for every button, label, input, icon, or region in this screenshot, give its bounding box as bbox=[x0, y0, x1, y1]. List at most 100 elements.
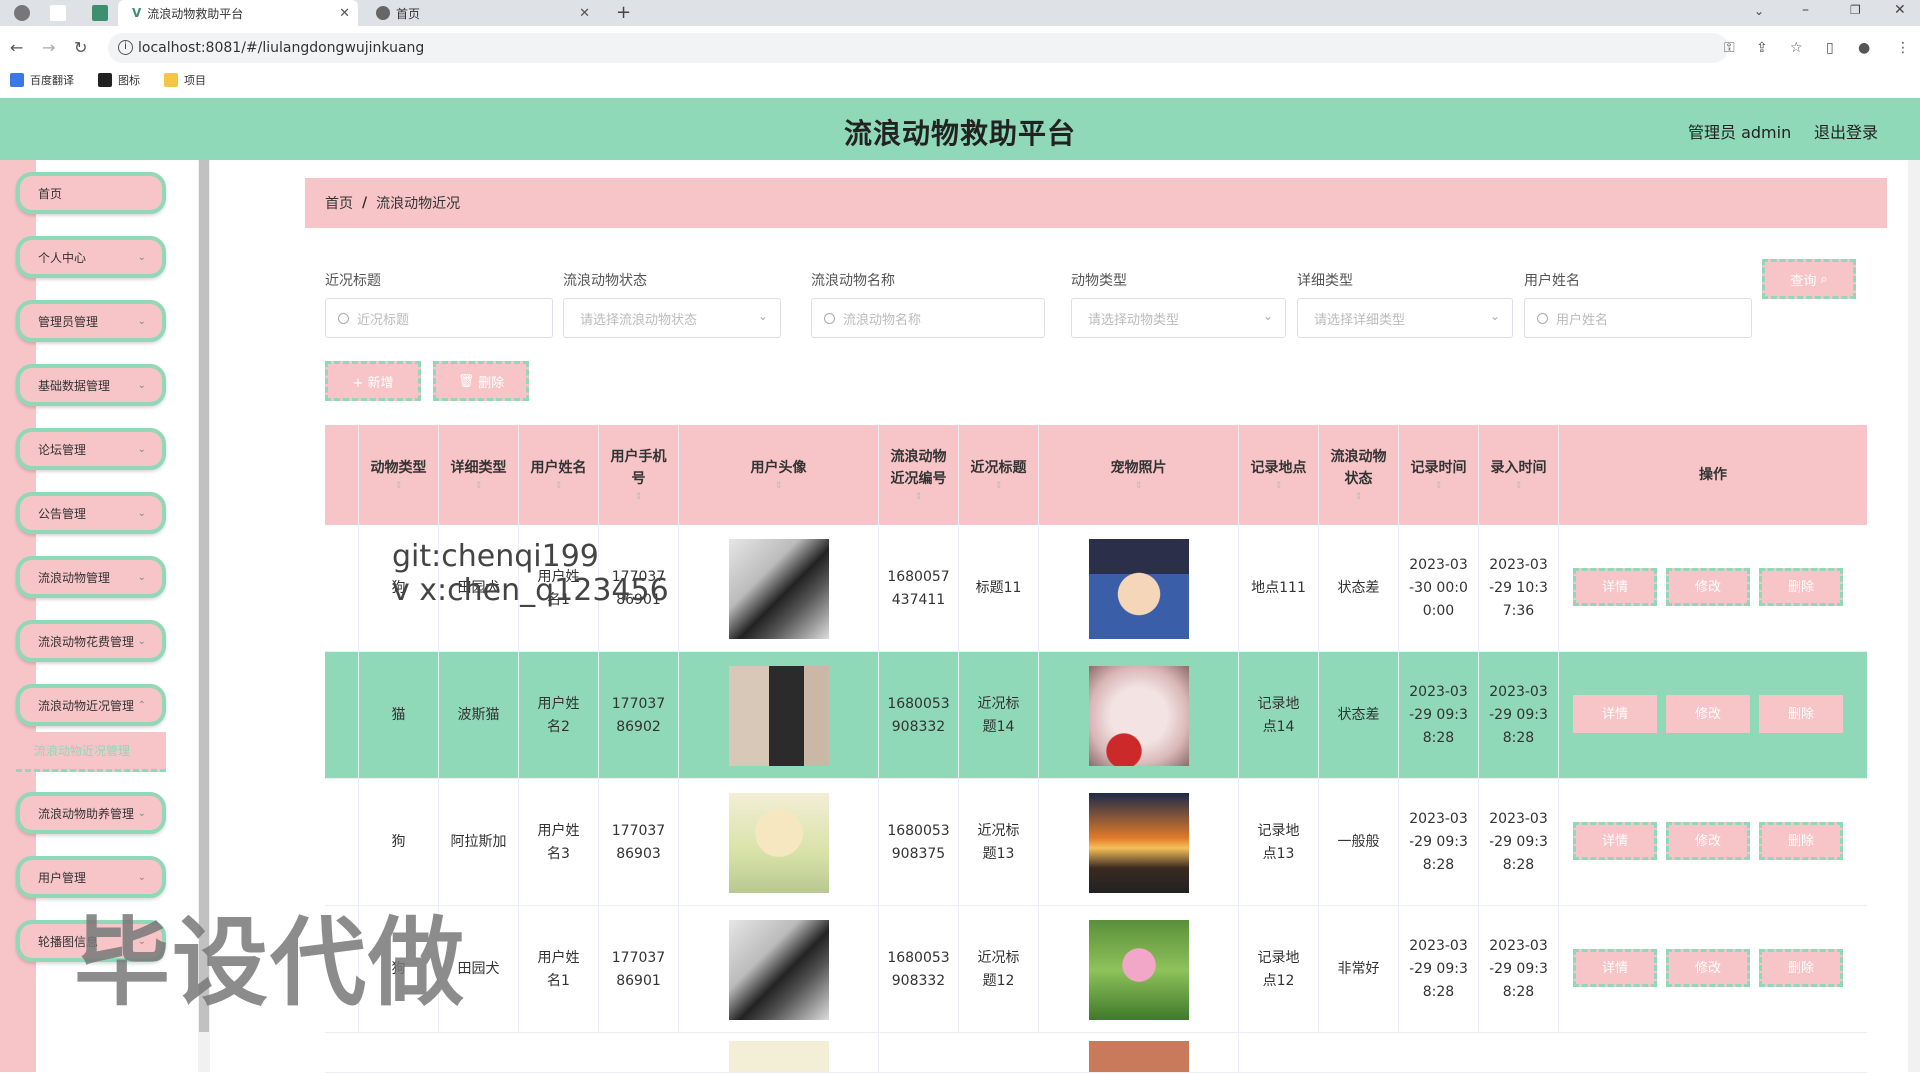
avatar-image[interactable] bbox=[728, 919, 829, 1020]
type-select[interactable]: 请选择动物类型 ⌄ bbox=[1071, 298, 1286, 338]
back-icon[interactable]: ← bbox=[10, 38, 23, 57]
close-icon[interactable]: ✕ bbox=[579, 6, 590, 21]
reload-icon[interactable]: ↻ bbox=[74, 38, 87, 57]
window-close-icon[interactable]: ✕ bbox=[1894, 2, 1906, 18]
url-input[interactable]: i localhost:8081/#/liulangdongwujinkuang bbox=[108, 33, 1728, 63]
sort-icon[interactable]: ⇕ bbox=[775, 479, 783, 493]
cell-select[interactable] bbox=[325, 525, 359, 652]
row-delete-button[interactable]: 删除 bbox=[1759, 695, 1843, 733]
column-header-user-name[interactable]: 用户姓名 ⇕ bbox=[519, 425, 599, 525]
table-row[interactable]: 狗 田园犬 用户姓名1 17703786901 1680053908332 近况… bbox=[325, 906, 1867, 1033]
sort-icon[interactable]: ⇕ bbox=[555, 479, 563, 493]
delete-button[interactable]: 🗑 删除 bbox=[433, 361, 529, 401]
bookmark-project[interactable]: 项目 bbox=[164, 72, 206, 88]
column-header-animal-type[interactable]: 动物类型 ⇕ bbox=[359, 425, 439, 525]
tab-platform[interactable]: V 流浪动物救助平台 ✕ bbox=[118, 0, 358, 26]
sort-icon[interactable]: ⇕ bbox=[1355, 490, 1363, 504]
column-header-place[interactable]: 记录地点 ⇕ bbox=[1239, 425, 1319, 525]
title-search-input[interactable]: 近况标题 bbox=[325, 298, 553, 338]
globe-icon[interactable] bbox=[14, 5, 30, 21]
pet-photo[interactable] bbox=[1088, 1041, 1189, 1072]
menu-icon[interactable]: ⋮ bbox=[1896, 40, 1910, 56]
sidebar-item-status[interactable]: 流浪动物近况管理 ⌃ bbox=[16, 684, 166, 726]
detail-button[interactable]: 详情 bbox=[1573, 695, 1657, 733]
sidebar-item-home[interactable]: 首页 bbox=[16, 172, 166, 214]
add-button[interactable]: + 新增 bbox=[325, 361, 421, 401]
sidebar-item-animal[interactable]: 流浪动物管理 ⌄ bbox=[16, 556, 166, 598]
vue-icon[interactable] bbox=[92, 5, 108, 21]
sort-icon[interactable]: ⇕ bbox=[1135, 479, 1143, 493]
sort-icon[interactable]: ⇕ bbox=[1435, 479, 1443, 493]
bookmark-translate[interactable]: 百度翻译 bbox=[10, 72, 74, 88]
page-scrollbar[interactable] bbox=[1908, 160, 1920, 1072]
row-delete-button[interactable]: 删除 bbox=[1759, 822, 1843, 860]
avatar-image[interactable] bbox=[728, 665, 829, 766]
bookmark-icons[interactable]: 图标 bbox=[98, 72, 140, 88]
profile-icon[interactable]: ● bbox=[1858, 40, 1870, 56]
maximize-icon[interactable]: ❐ bbox=[1850, 3, 1861, 17]
table-row[interactable]: 狗 阿拉斯加 用户姓名3 17703786903 1680053908375 近… bbox=[325, 779, 1867, 906]
tab-home[interactable]: 首页 ✕ bbox=[370, 0, 598, 26]
column-header-avatar[interactable]: 用户头像 ⇕ bbox=[679, 425, 879, 525]
row-delete-button[interactable]: 删除 bbox=[1759, 949, 1843, 987]
sidebar-item-basedata[interactable]: 基础数据管理 ⌄ bbox=[16, 364, 166, 406]
new-tab-button[interactable]: + bbox=[616, 2, 631, 23]
query-button[interactable]: 查询 ⌕ bbox=[1762, 259, 1856, 299]
share-icon[interactable]: ⇪ bbox=[1756, 40, 1768, 56]
sort-icon[interactable]: ⇕ bbox=[1515, 479, 1523, 493]
sort-icon[interactable]: ⇕ bbox=[995, 479, 1003, 493]
cell-select[interactable] bbox=[325, 652, 359, 779]
breadcrumb-home[interactable]: 首页 bbox=[325, 193, 353, 213]
edit-button[interactable]: 修改 bbox=[1666, 695, 1750, 733]
tab-icon[interactable] bbox=[50, 5, 66, 21]
sidepanel-icon[interactable]: ▯ bbox=[1826, 40, 1834, 56]
detail-button[interactable]: 详情 bbox=[1573, 949, 1657, 987]
table-row[interactable] bbox=[325, 1033, 1867, 1073]
star-icon[interactable]: ☆ bbox=[1790, 40, 1803, 56]
sidebar-item-personal[interactable]: 个人中心 ⌄ bbox=[16, 236, 166, 278]
column-header-entry-time[interactable]: 录入时间 ⇕ bbox=[1479, 425, 1559, 525]
sort-icon[interactable]: ⇕ bbox=[395, 479, 403, 493]
minimize-icon[interactable]: – bbox=[1802, 2, 1809, 18]
column-header-phone[interactable]: 用户手机号 ⇕ bbox=[599, 425, 679, 525]
column-header-record-time[interactable]: 记录时间 ⇕ bbox=[1399, 425, 1479, 525]
info-icon[interactable]: i bbox=[118, 40, 133, 55]
column-header-title[interactable]: 近况标题 ⇕ bbox=[959, 425, 1039, 525]
detail-button[interactable]: 详情 bbox=[1573, 822, 1657, 860]
edit-button[interactable]: 修改 bbox=[1666, 822, 1750, 860]
key-icon[interactable]: ⚿ bbox=[1724, 40, 1735, 56]
sort-icon[interactable]: ⇕ bbox=[915, 490, 923, 504]
edit-button[interactable]: 修改 bbox=[1666, 568, 1750, 606]
sidebar-item-cost[interactable]: 流浪动物花费管理 ⌄ bbox=[16, 620, 166, 662]
pet-photo[interactable] bbox=[1088, 665, 1189, 766]
avatar-image[interactable] bbox=[728, 1041, 829, 1072]
sort-icon[interactable]: ⇕ bbox=[635, 490, 643, 504]
detail-select[interactable]: 请选择详细类型 ⌄ bbox=[1297, 298, 1513, 338]
pet-photo[interactable] bbox=[1088, 538, 1189, 639]
user-search-input[interactable]: 用户姓名 bbox=[1524, 298, 1752, 338]
sidebar-item-forum[interactable]: 论坛管理 ⌄ bbox=[16, 428, 166, 470]
detail-button[interactable]: 详情 bbox=[1573, 568, 1657, 606]
sort-icon[interactable]: ⇕ bbox=[475, 479, 483, 493]
sidebar-item-notice[interactable]: 公告管理 ⌄ bbox=[16, 492, 166, 534]
logout-link[interactable]: 退出登录 bbox=[1814, 119, 1878, 143]
column-header-status[interactable]: 流浪动物状态 ⇕ bbox=[1319, 425, 1399, 525]
status-select[interactable]: 请选择流浪动物状态 ⌄ bbox=[563, 298, 781, 338]
edit-button[interactable]: 修改 bbox=[1666, 949, 1750, 987]
name-search-input[interactable]: 流浪动物名称 bbox=[811, 298, 1045, 338]
close-icon[interactable]: ✕ bbox=[339, 6, 350, 21]
sidebar-subitem-status[interactable]: 流浪动物近况管理 bbox=[16, 732, 166, 772]
avatar-image[interactable] bbox=[728, 792, 829, 893]
tab-search-icon[interactable]: ⌄ bbox=[1754, 4, 1764, 18]
row-delete-button[interactable]: 删除 bbox=[1759, 568, 1843, 606]
pet-photo[interactable] bbox=[1088, 919, 1189, 1020]
sidebar-item-admin[interactable]: 管理员管理 ⌄ bbox=[16, 300, 166, 342]
sort-icon[interactable]: ⇕ bbox=[1275, 479, 1283, 493]
forward-icon[interactable]: → bbox=[42, 38, 55, 57]
column-header-photo[interactable]: 宠物照片 ⇕ bbox=[1039, 425, 1239, 525]
column-header-detail-type[interactable]: 详细类型 ⇕ bbox=[439, 425, 519, 525]
avatar-image[interactable] bbox=[728, 538, 829, 639]
sidebar-item-adopt[interactable]: 流浪动物助养管理 ⌄ bbox=[16, 792, 166, 834]
table-row[interactable]: 猫 波斯猫 用户姓名2 17703786902 1680053908332 近况… bbox=[325, 652, 1867, 779]
column-header-code[interactable]: 流浪动物近况编号 ⇕ bbox=[879, 425, 959, 525]
